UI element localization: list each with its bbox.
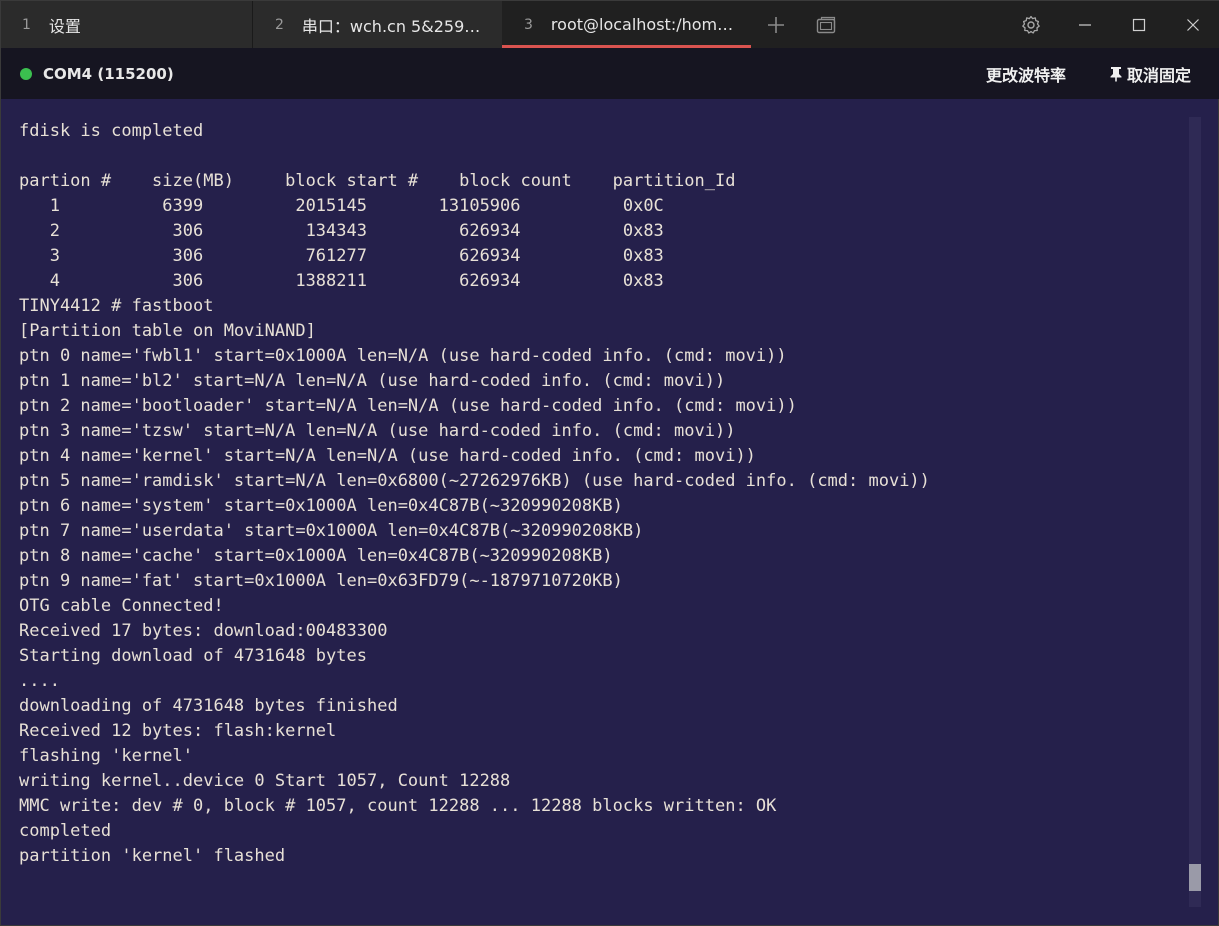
settings-button[interactable] (1004, 1, 1058, 48)
terminal-line: TINY4412 # fastboot (19, 296, 214, 316)
terminal-lines: fdisk is completed partion # size(MB) blo… (19, 119, 1178, 869)
unpin-button[interactable]: 取消固定 (1109, 62, 1191, 86)
terminal-output[interactable]: fdisk is completed partion # size(MB) blo… (1, 99, 1218, 925)
minimize-button[interactable] (1058, 1, 1112, 48)
terminal-line: 4 306 1388211 626934 0x83 (19, 271, 664, 291)
tab-bar-spacer (851, 1, 1004, 48)
terminal-line: ptn 5 name='ramdisk' start=N/A len=0x680… (19, 471, 930, 491)
terminal-line: OTG cable Connected! (19, 596, 224, 616)
scrollbar-thumb[interactable] (1189, 864, 1201, 891)
port-label: COM4 (115200) (43, 64, 174, 83)
terminal-line: [Partition table on MoviNAND] (19, 321, 316, 341)
terminal-line: ptn 9 name='fat' start=0x1000A len=0x63F… (19, 571, 623, 591)
scrollbar-track[interactable] (1189, 117, 1201, 907)
tab-bar: 1 设置 2 串口：wch.cn 5&259e… 3 root@localhos… (1, 1, 1219, 48)
change-baud-button[interactable]: 更改波特率 (986, 62, 1066, 86)
terminal-line: ptn 2 name='bootloader' start=N/A len=N/… (19, 396, 797, 416)
tabs-icon (816, 16, 836, 33)
terminal-line: ptn 6 name='system' start=0x1000A len=0x… (19, 496, 623, 516)
terminal-app-window: 1 设置 2 串口：wch.cn 5&259e… 3 root@localhos… (0, 0, 1219, 926)
tab-title: 设置 (48, 16, 81, 36)
terminal-line: Received 17 bytes: download:00483300 (19, 621, 388, 641)
tab-number: 1 (22, 16, 31, 33)
gear-icon (1022, 15, 1040, 34)
serial-toolbar: COM4 (115200) 更改波特率 取消固定 (1, 48, 1219, 99)
connection-status-indicator (20, 67, 32, 80)
tab-ssh-session[interactable]: 3 root@localhost:/home… (502, 1, 751, 48)
terminal-line: 3 306 761277 626934 0x83 (19, 246, 664, 266)
terminal-line: fdisk is completed (19, 121, 204, 141)
terminal-line: downloading of 4731648 bytes finished (19, 696, 398, 716)
terminal-line: ptn 7 name='userdata' start=0x1000A len=… (19, 521, 644, 541)
tab-number: 2 (275, 16, 284, 33)
tab-serial-port[interactable]: 2 串口：wch.cn 5&259e… (252, 1, 502, 48)
terminal-line: 2 306 134343 626934 0x83 (19, 221, 664, 241)
tab-settings[interactable]: 1 设置 (1, 1, 252, 48)
terminal-line: ptn 3 name='tzsw' start=N/A len=N/A (use… (19, 421, 736, 441)
terminal-line: .... (19, 671, 60, 691)
terminal-line: writing kernel..device 0 Start 1057, Cou… (19, 771, 511, 791)
terminal-line: ptn 1 name='bl2' start=N/A len=N/A (use … (19, 371, 726, 391)
terminal-line: partition 'kernel' flashed (19, 846, 286, 866)
minimize-icon (1079, 23, 1091, 26)
terminal-line: Received 12 bytes: flash:kernel (19, 721, 337, 741)
close-button[interactable] (1166, 1, 1219, 48)
pin-icon (1110, 66, 1122, 81)
terminal-line: ptn 4 name='kernel' start=N/A len=N/A (u… (19, 446, 756, 466)
maximize-icon (1132, 18, 1146, 31)
terminal-line: ptn 0 name='fwbl1' start=0x1000A len=N/A… (19, 346, 787, 366)
terminal-line: MMC write: dev # 0, block # 1057, count … (19, 796, 777, 816)
new-tab-button[interactable] (751, 1, 801, 48)
tab-title: 串口：wch.cn 5&259e… (301, 16, 487, 36)
plus-icon (768, 16, 784, 33)
terminal-line: completed (19, 821, 112, 841)
unpin-label: 取消固定 (1126, 65, 1191, 85)
terminal-line: 1 6399 2015145 13105906 0x0C (19, 196, 664, 216)
maximize-button[interactable] (1112, 1, 1166, 48)
terminal-line: Starting download of 4731648 bytes (19, 646, 367, 666)
terminal-line: partion # size(MB) block start # block c… (19, 171, 736, 191)
tab-title: root@localhost:/home… (550, 15, 736, 34)
change-baud-label: 更改波特率 (985, 65, 1066, 85)
close-icon (1187, 18, 1199, 31)
terminal-line: ptn 8 name='cache' start=0x1000A len=0x4… (19, 546, 613, 566)
tab-overview-button[interactable] (801, 1, 851, 48)
tab-number: 3 (524, 16, 533, 33)
terminal-line: flashing 'kernel' (19, 746, 193, 766)
